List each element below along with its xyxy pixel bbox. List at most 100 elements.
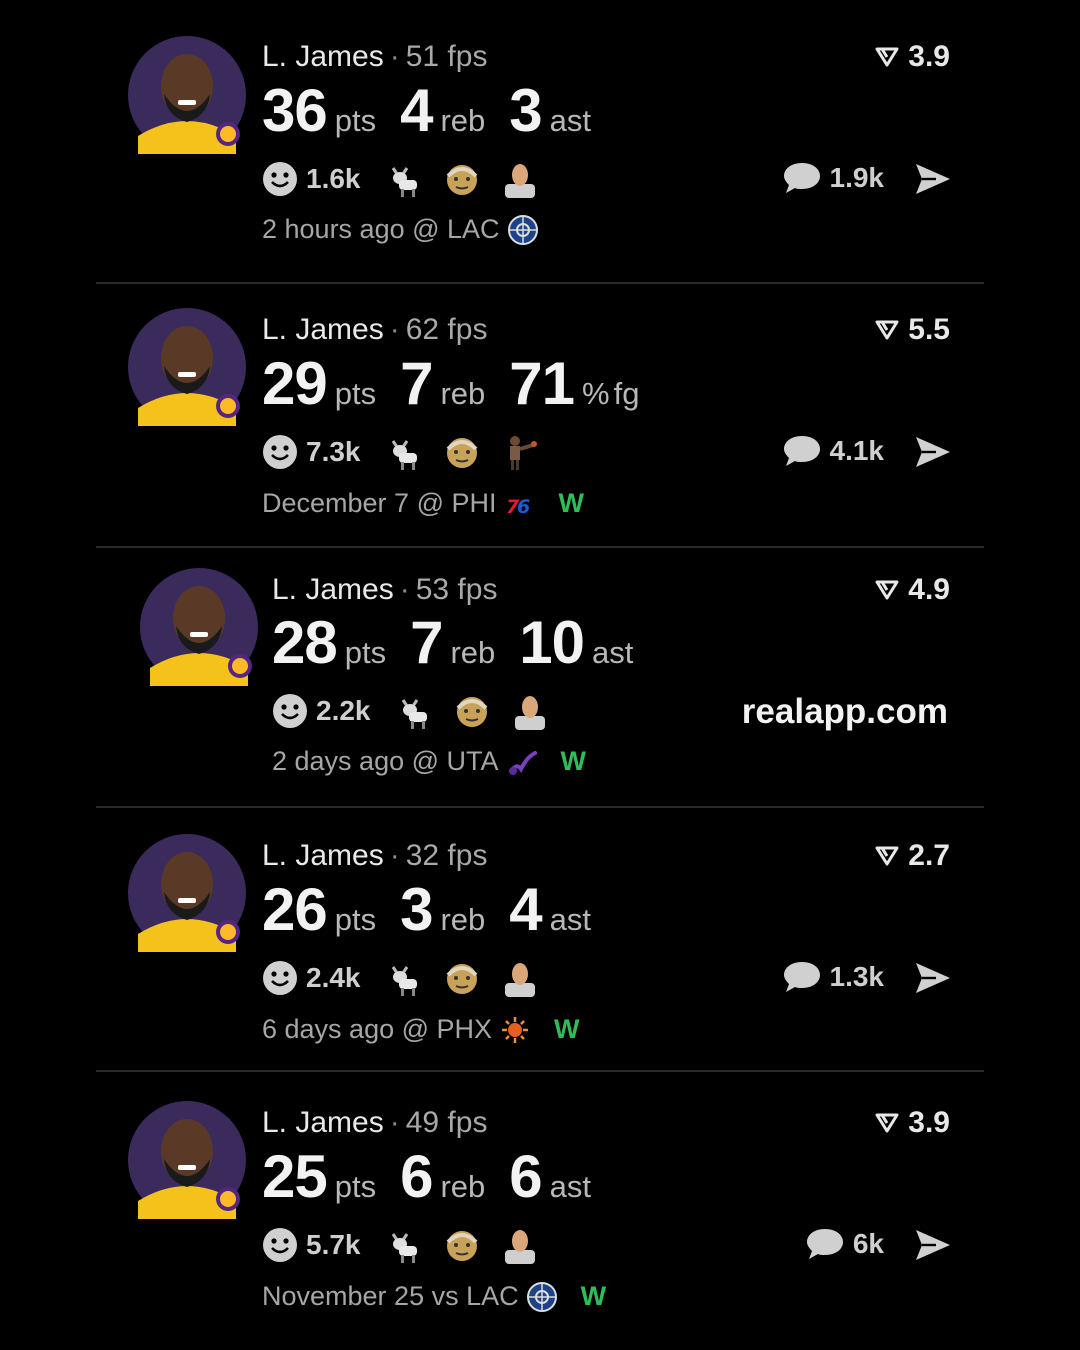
card-divider	[96, 546, 984, 548]
game-time-opponent[interactable]: December 7 @ PHI	[262, 488, 496, 519]
stat-value: 7	[400, 350, 433, 417]
fantasy-points: 62 fps	[405, 313, 488, 346]
player-name[interactable]: L. James	[272, 573, 394, 606]
send-icon[interactable]	[914, 961, 952, 995]
stat-unit: pts	[334, 376, 377, 411]
goat-icon[interactable]	[385, 160, 423, 198]
stat-unit: pts	[334, 902, 377, 937]
dunk-player-icon[interactable]	[501, 433, 539, 471]
bald-guy-icon[interactable]	[511, 692, 549, 730]
old-man-icon[interactable]	[453, 692, 491, 730]
game-time-opponent[interactable]: 2 days ago @ UTA	[272, 746, 499, 777]
player-avatar[interactable]	[140, 568, 258, 686]
smile-icon[interactable]	[262, 434, 298, 470]
game-time-opponent[interactable]: 2 hours ago @ LAC	[262, 214, 500, 245]
fantasy-points: 32 fps	[405, 839, 488, 872]
result-badge: W	[558, 488, 584, 518]
reactions-bar: 2.4k	[262, 959, 559, 997]
send-icon[interactable]	[914, 1228, 952, 1262]
separator-dot: ·	[389, 1106, 400, 1139]
stat-line: 29 pts 7 reb 71% fg	[262, 349, 663, 418]
separator-dot: ·	[389, 839, 400, 872]
stat-value: 71	[509, 350, 575, 417]
player-avatar[interactable]	[128, 1101, 246, 1219]
old-man-icon[interactable]	[443, 433, 481, 471]
rating-icon	[875, 320, 899, 340]
stat-unit: reb	[440, 902, 486, 937]
old-man-icon[interactable]	[443, 959, 481, 997]
post-score[interactable]: 3.9	[874, 40, 950, 74]
rating-icon	[875, 846, 899, 866]
comment-count: 1.3k	[829, 961, 885, 992]
comment-button[interactable]: 1.3k	[782, 959, 885, 995]
bald-guy-icon[interactable]	[501, 959, 539, 997]
post-header: L. James · 53 fps	[272, 573, 497, 607]
stat-value: 3	[400, 876, 433, 943]
stat-line: 28 pts 7 reb 10 ast	[272, 608, 657, 677]
send-icon[interactable]	[914, 435, 952, 469]
post-score[interactable]: 3.9	[874, 1106, 950, 1140]
card-divider	[96, 806, 984, 808]
comment-count: 4.1k	[829, 435, 885, 466]
score-value: 5.5	[908, 313, 950, 346]
suns-logo-icon	[502, 1016, 529, 1043]
post-score[interactable]: 2.7	[874, 839, 950, 873]
stat-unit: reb	[440, 376, 486, 411]
comment-count: 1.9k	[829, 162, 885, 193]
old-man-icon[interactable]	[443, 1226, 481, 1264]
goat-icon[interactable]	[385, 1226, 423, 1264]
fantasy-points: 51 fps	[405, 40, 488, 73]
reactions-bar: 7.3k	[262, 433, 559, 471]
game-time-opponent[interactable]: 6 days ago @ PHX	[262, 1014, 492, 1045]
player-avatar[interactable]	[128, 308, 246, 426]
card-divider	[96, 1070, 984, 1072]
smile-icon[interactable]	[262, 1227, 298, 1263]
stat-unit: reb	[440, 1169, 486, 1204]
result-badge: W	[554, 1014, 580, 1044]
post-score[interactable]: 4.9	[874, 573, 950, 607]
old-man-icon[interactable]	[443, 160, 481, 198]
chat-bubble-icon	[783, 436, 820, 466]
stat-value: 26	[262, 876, 328, 943]
rating-icon	[875, 47, 899, 67]
reaction-count: 2.2k	[316, 695, 371, 726]
stat-value: 4	[509, 876, 542, 943]
goat-icon[interactable]	[385, 959, 423, 997]
game-info: 2 days ago @ UTA W	[272, 746, 586, 777]
stat-unit: ast	[592, 635, 634, 670]
game-info: 6 days ago @ PHX W	[262, 1014, 580, 1045]
comment-button[interactable]: 4.1k	[782, 433, 885, 469]
stat-value: 3	[509, 77, 542, 144]
smile-icon[interactable]	[262, 960, 298, 996]
chat-bubble-icon	[783, 163, 820, 193]
stat-unit: pts	[344, 635, 387, 670]
comment-button[interactable]: 1.9k	[782, 160, 885, 196]
stat-unit: pts	[334, 1169, 377, 1204]
smile-icon[interactable]	[272, 693, 308, 729]
comment-button[interactable]: 6k	[805, 1226, 884, 1262]
reaction-count: 2.4k	[306, 962, 361, 993]
stat-value: 6	[509, 1143, 542, 1210]
goat-icon[interactable]	[385, 433, 423, 471]
goat-icon[interactable]	[395, 692, 433, 730]
bald-guy-icon[interactable]	[501, 1226, 539, 1264]
player-name[interactable]: L. James	[262, 839, 384, 872]
stat-unit: pts	[334, 103, 377, 138]
separator-dot: ·	[389, 313, 400, 346]
chat-bubble-icon	[783, 962, 820, 992]
post-score[interactable]: 5.5	[874, 313, 950, 347]
game-time-opponent[interactable]: November 25 vs LAC	[262, 1281, 519, 1312]
stat-unit: reb	[440, 103, 486, 138]
player-name[interactable]: L. James	[262, 1106, 384, 1139]
player-avatar[interactable]	[128, 36, 246, 154]
player-name[interactable]: L. James	[262, 40, 384, 73]
send-icon[interactable]	[914, 162, 952, 196]
bald-guy-icon[interactable]	[501, 160, 539, 198]
player-name[interactable]: L. James	[262, 313, 384, 346]
chat-bubble-icon	[806, 1229, 843, 1259]
clippers-logo-icon	[507, 214, 538, 245]
stat-value: 29	[262, 350, 328, 417]
player-avatar[interactable]	[128, 834, 246, 952]
post-header: L. James · 49 fps	[262, 1106, 487, 1140]
smile-icon[interactable]	[262, 161, 298, 197]
